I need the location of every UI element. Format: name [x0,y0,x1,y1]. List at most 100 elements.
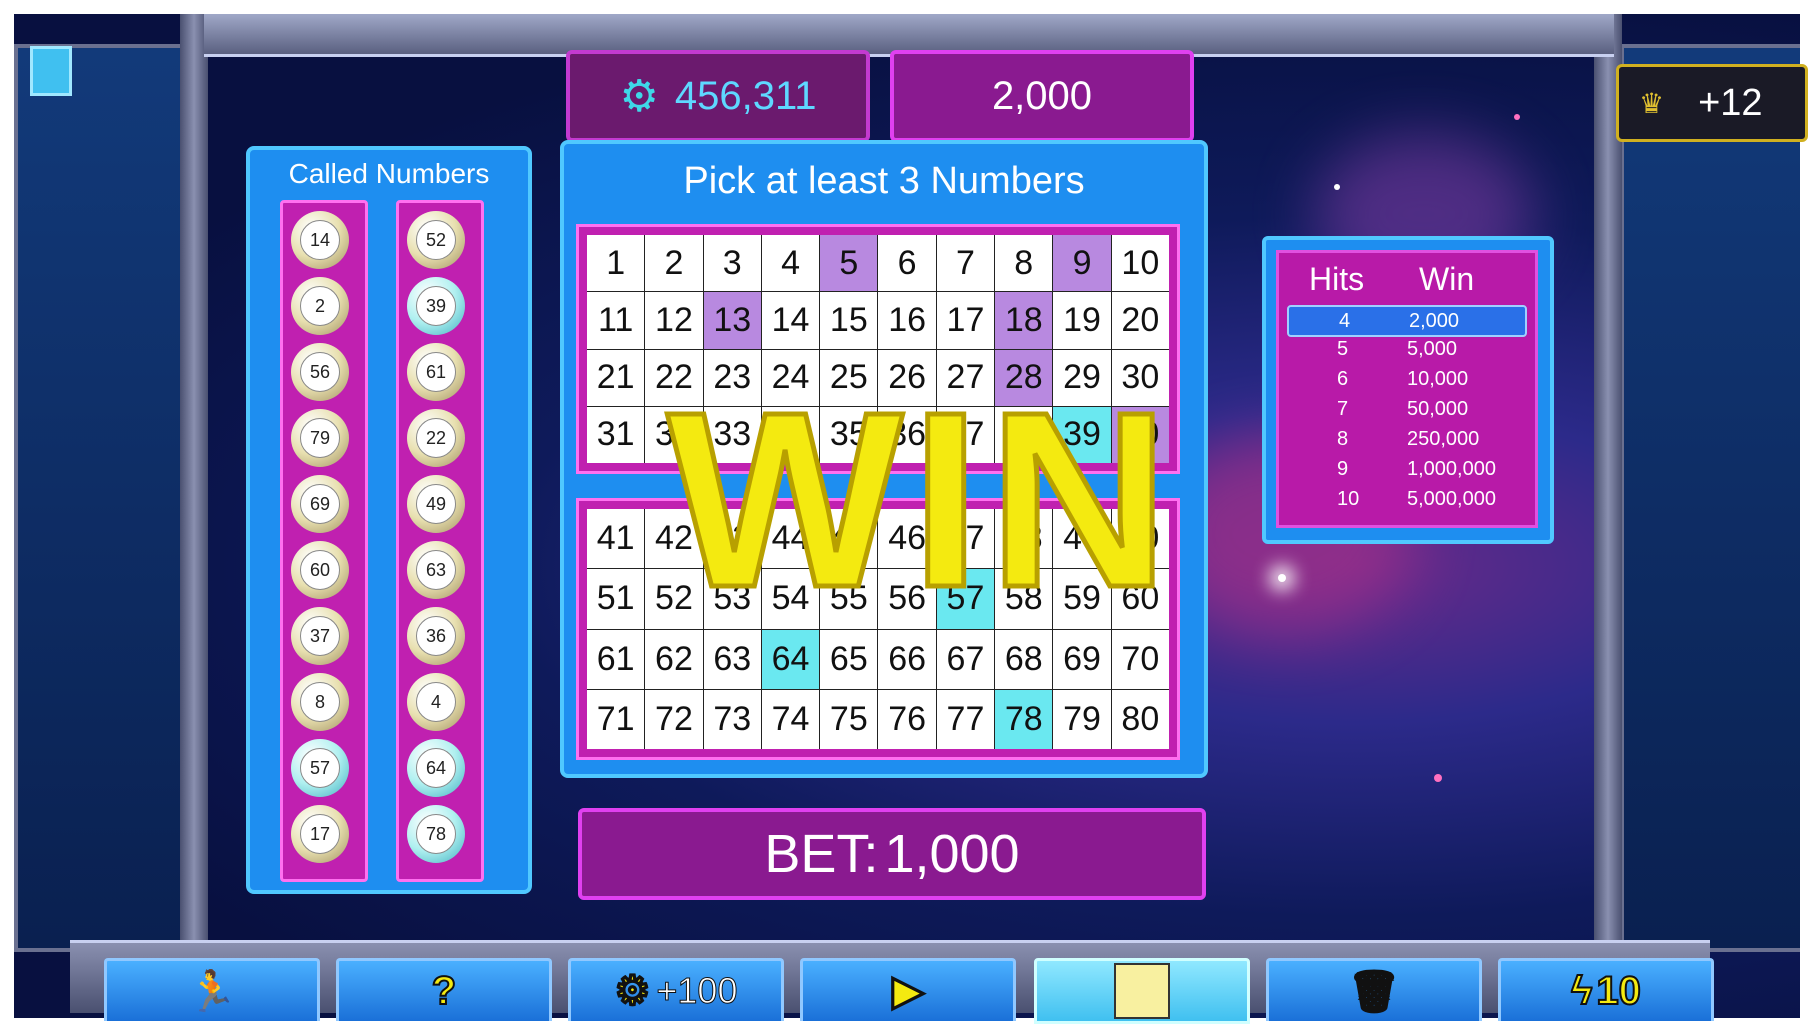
called-ball-number: 49 [416,484,456,524]
keno-cell[interactable]: 80 [1111,689,1169,749]
called-ball: 57 [291,739,349,797]
bet-display[interactable]: BET: 1,000 [578,808,1206,900]
paytable-row: 9 1,000,000 [1287,455,1523,483]
keno-cell[interactable]: 20 [1111,292,1169,349]
keno-cell[interactable]: 78 [995,689,1053,749]
called-ball: 79 [291,409,349,467]
keno-cell[interactable]: 18 [995,292,1053,349]
called-ball: 49 [407,475,465,533]
right-window-panel [1620,44,1800,952]
menu-corner-icon[interactable] [30,46,72,96]
buy-coins-button[interactable]: ⚙ +100 [568,958,784,1021]
last-win-display: 2,000 [890,50,1194,142]
called-ball: 37 [291,607,349,665]
help-button[interactable]: ? [336,958,552,1021]
called-ball: 4 [407,673,465,731]
stop-button[interactable] [1034,958,1250,1024]
keno-cell[interactable]: 1 [587,235,645,292]
called-ball: 17 [291,805,349,863]
keno-cell[interactable]: 5 [820,235,878,292]
board-title: Pick at least 3 Numbers [683,160,1085,202]
called-ball-number: 60 [300,550,340,590]
crown-bonus-value: +12 [1698,81,1763,124]
paytable-row: 7 50,000 [1287,395,1523,423]
called-ball: 8 [291,673,349,731]
coin-gear-icon: ⚙ [619,71,659,121]
left-pillar [180,14,208,1018]
keno-cell[interactable]: 79 [1053,689,1111,749]
called-ball-number: 79 [300,418,340,458]
called-ball-number: 4 [416,682,456,722]
keno-cell[interactable]: 7 [936,235,995,292]
crown-icon: ♛ [1639,87,1665,119]
trash-can-icon: 🗑 [1348,969,1401,1015]
exit-button[interactable]: 🏃 [104,958,320,1021]
keno-cell[interactable]: 2 [645,235,703,292]
right-pillar [1594,14,1622,1018]
auto-play-button[interactable]: ϟ 10 [1498,958,1714,1021]
keno-cell[interactable]: 4 [761,235,820,292]
called-column-left: 14 2 56 79 69 60 37 8 57 17 [280,200,368,882]
keno-cell[interactable]: 73 [703,689,761,749]
keno-cell[interactable]: 12 [645,292,703,349]
credits-value: 456,311 [674,73,817,118]
paytable-win: 50,000 [1407,398,1469,420]
called-ball-number: 52 [416,220,456,260]
paytable-win: 2,000 [1409,310,1460,332]
question-mark-icon: ? [431,968,457,1014]
running-man-exit-icon: 🏃 [186,969,238,1015]
keno-cell[interactable]: 13 [703,292,761,349]
lightning-icon: ϟ [1570,968,1593,1014]
paytable-row: 5 5,000 [1287,335,1523,363]
called-ball-number: 14 [300,220,340,260]
keno-cell[interactable]: 16 [878,292,936,349]
last-win-value: 2,000 [991,73,1093,118]
paytable-hits: 8 [1337,428,1349,450]
called-ball-number: 63 [416,550,456,590]
keno-cell[interactable]: 10 [1111,235,1169,292]
keno-cell[interactable]: 6 [878,235,936,292]
keno-cell[interactable]: 76 [878,689,936,749]
keno-cell[interactable]: 8 [995,235,1053,292]
keno-cell[interactable]: 77 [936,689,995,749]
paytable-hits: 4 [1339,310,1351,332]
called-ball: 39 [407,277,465,335]
called-numbers-panel: Called Numbers 14 2 56 79 69 60 37 8 57 17 52 39 61… [246,146,532,894]
keno-cell[interactable]: 72 [645,689,703,749]
paytable-row: 6 10,000 [1287,365,1523,393]
paytable-win: 10,000 [1407,368,1469,390]
bet-label: BET: [764,824,879,884]
called-ball: 56 [291,343,349,401]
called-ball: 78 [407,805,465,863]
keno-cell[interactable]: 15 [820,292,878,349]
called-ball: 63 [407,541,465,599]
keno-cell[interactable]: 61 [587,629,645,689]
keno-cell[interactable]: 11 [587,292,645,349]
crown-bonus-badge[interactable]: ♛ +12 [1616,64,1808,142]
keno-cell[interactable]: 71 [587,689,645,749]
called-ball-number: 17 [300,814,340,854]
keno-cell[interactable]: 75 [820,689,878,749]
keno-cell[interactable]: 19 [1053,292,1111,349]
keno-cell[interactable]: 14 [761,292,820,349]
called-ball: 69 [291,475,349,533]
play-button[interactable]: ▶ [800,958,1016,1021]
keno-cell[interactable]: 9 [1053,235,1111,292]
called-ball-number: 2 [300,286,340,326]
called-ball: 14 [291,211,349,269]
called-ball-number: 57 [300,748,340,788]
called-ball-number: 64 [416,748,456,788]
keno-cell[interactable]: 17 [936,292,995,349]
paytable-hits: 10 [1337,488,1360,510]
keno-cell[interactable]: 3 [703,235,761,292]
paytable-hits: 6 [1337,368,1349,390]
left-window-panel [14,44,202,952]
keno-cell[interactable]: 74 [761,689,820,749]
paytable-win: 1,000,000 [1407,458,1496,480]
paytable-row: 8 250,000 [1287,425,1523,453]
buy-coins-label: +100 [656,970,738,1012]
bet-value: 1,000 [884,824,1020,884]
paytable-row: 10 5,000,000 [1287,485,1523,513]
clear-button[interactable]: 🗑 [1266,958,1482,1021]
stop-square-icon [1114,963,1170,1019]
